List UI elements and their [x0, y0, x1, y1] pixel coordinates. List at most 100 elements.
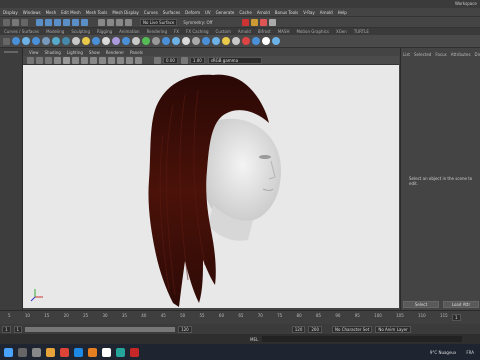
bezier-icon[interactable] [82, 37, 90, 45]
mel-input[interactable] [262, 336, 463, 342]
menu-item-7[interactable]: Surfaces [163, 10, 180, 15]
smooth-icon[interactable] [112, 37, 120, 45]
viewport-menu-item-4[interactable]: Renderer [106, 50, 124, 55]
range-bar[interactable] [25, 326, 176, 332]
snap-point-icon[interactable] [116, 19, 123, 26]
paint-select-icon[interactable] [54, 19, 61, 26]
menu-item-5[interactable]: Mesh Display [112, 10, 139, 15]
viewport-menu-item-1[interactable]: Shading [45, 50, 61, 55]
boolean-icon[interactable] [122, 37, 130, 45]
shelf-tab-13[interactable]: XGen [336, 29, 347, 34]
menu-item-15[interactable]: Arnold [320, 10, 333, 15]
shelf-tab-0[interactable]: Curves / Surfaces [4, 29, 39, 34]
cone-icon[interactable] [42, 37, 50, 45]
ipr-render-icon[interactable] [251, 19, 259, 26]
viewport-menu-item-3[interactable]: Show [89, 50, 100, 55]
bevel-icon[interactable] [142, 37, 150, 45]
plane-icon[interactable] [52, 37, 60, 45]
shelf-tab-4[interactable]: Animation [119, 29, 139, 34]
camera-icon[interactable] [27, 56, 34, 64]
target-weld-icon[interactable] [172, 37, 180, 45]
end-frame-field[interactable]: 120 [291, 325, 306, 333]
multicut-icon[interactable] [162, 37, 170, 45]
load-attributes-button[interactable]: Load Attr [443, 300, 479, 308]
character-set-select[interactable]: No Character Set [332, 325, 373, 333]
shelf-tab-9[interactable]: Arnold [238, 29, 251, 34]
center-pivot-icon[interactable] [242, 37, 250, 45]
edge-icon[interactable] [74, 347, 83, 357]
uv-editor-icon[interactable] [192, 37, 200, 45]
rotate-tool-icon[interactable] [72, 19, 79, 26]
store-icon[interactable] [102, 347, 111, 357]
live-surface-field[interactable]: No Live Surface [140, 19, 178, 26]
shelf-menu-icon[interactable] [3, 37, 10, 45]
shelf-tab-14[interactable]: TURTLE [354, 29, 369, 34]
anim-end-field[interactable]: 200 [308, 325, 323, 333]
search-icon[interactable] [18, 347, 27, 357]
sphere-icon[interactable] [12, 37, 20, 45]
open-scene-icon[interactable] [12, 19, 19, 26]
menu-item-12[interactable]: Arnold [257, 10, 270, 15]
xgen-icon[interactable] [252, 37, 260, 45]
hypershade-icon[interactable] [269, 19, 277, 26]
viewport-3d[interactable] [23, 65, 399, 308]
task-view-icon[interactable] [32, 347, 41, 357]
grid-icon[interactable] [45, 56, 52, 64]
separate-icon[interactable] [102, 37, 110, 45]
freeze-icon[interactable] [232, 37, 240, 45]
viewport-menu-item-0[interactable]: View [29, 50, 39, 55]
lights-icon[interactable] [81, 56, 88, 64]
app-icon[interactable] [130, 347, 139, 357]
language-indicator[interactable]: FRA [466, 350, 474, 355]
antialias-icon[interactable] [117, 56, 124, 64]
render-icon[interactable] [242, 19, 250, 26]
ao-icon[interactable] [99, 56, 106, 64]
viewport-menu-item-5[interactable]: Panels [130, 50, 143, 55]
anim-layer-select[interactable]: No Anim Layer [375, 325, 411, 333]
menu-item-2[interactable]: Mesh [46, 10, 57, 15]
snap-grid-icon[interactable] [98, 19, 105, 26]
attr-tab-2[interactable]: Focus [435, 52, 446, 57]
time-slider[interactable]: 5 10 15 20 25 30 35 40 45 50 55 60 65 70 75 80 85 90 95 100… [0, 310, 480, 325]
move-tool-icon[interactable] [63, 19, 70, 26]
firefox-icon[interactable] [88, 347, 97, 357]
menu-item-11[interactable]: Cache [239, 10, 251, 15]
snap-view-icon[interactable] [125, 19, 132, 26]
viewport-menu-item-2[interactable]: Lighting [67, 50, 83, 55]
combine-icon[interactable] [92, 37, 100, 45]
select-tool-icon[interactable] [36, 19, 43, 26]
range-start-field[interactable]: 1 [13, 325, 23, 333]
quad-draw-icon[interactable] [182, 37, 190, 45]
extrude-icon[interactable] [132, 37, 140, 45]
mel-label[interactable]: MEL [250, 337, 258, 342]
menu-item-4[interactable]: Mesh Tools [86, 10, 108, 15]
shelf-tab-3[interactable]: Rigging [97, 29, 112, 34]
xgen-editor-icon[interactable] [272, 37, 280, 45]
menu-item-16[interactable]: Help [338, 10, 347, 15]
menu-item-10[interactable]: Generate [216, 10, 235, 15]
select-button[interactable]: Select [403, 300, 439, 308]
symmetry-label[interactable]: Symmetry: Off [183, 20, 212, 25]
snap-curve-icon[interactable] [107, 19, 114, 26]
menu-item-14[interactable]: V-Ray [303, 10, 314, 15]
shelf-tab-6[interactable]: FX [174, 29, 179, 34]
windows-start-icon[interactable] [4, 347, 13, 357]
gamma-field[interactable]: 1.00 [189, 56, 205, 64]
render-settings-icon[interactable] [260, 19, 268, 26]
file-explorer-icon[interactable] [46, 347, 55, 357]
save-scene-icon[interactable] [21, 19, 28, 26]
textured-icon[interactable] [72, 56, 79, 64]
range-end-field[interactable]: 120 [178, 325, 192, 333]
motion-blur-icon[interactable] [108, 56, 115, 64]
curve-icon[interactable] [72, 37, 80, 45]
start-frame-field[interactable]: 1 [2, 325, 11, 333]
lasso-tool-icon[interactable] [45, 19, 52, 26]
shelf-tab-2[interactable]: Sculpting [71, 29, 90, 34]
weather-widget[interactable]: 9°C Nuageux [430, 350, 457, 355]
menu-item-3[interactable]: Edit Mesh [61, 10, 81, 15]
auto-map-icon[interactable] [212, 37, 220, 45]
planar-map-icon[interactable] [202, 37, 210, 45]
menu-item-0[interactable]: Display [3, 10, 18, 15]
colorspace-select[interactable]: sRGB gamma [207, 56, 262, 64]
new-scene-icon[interactable] [3, 19, 10, 26]
